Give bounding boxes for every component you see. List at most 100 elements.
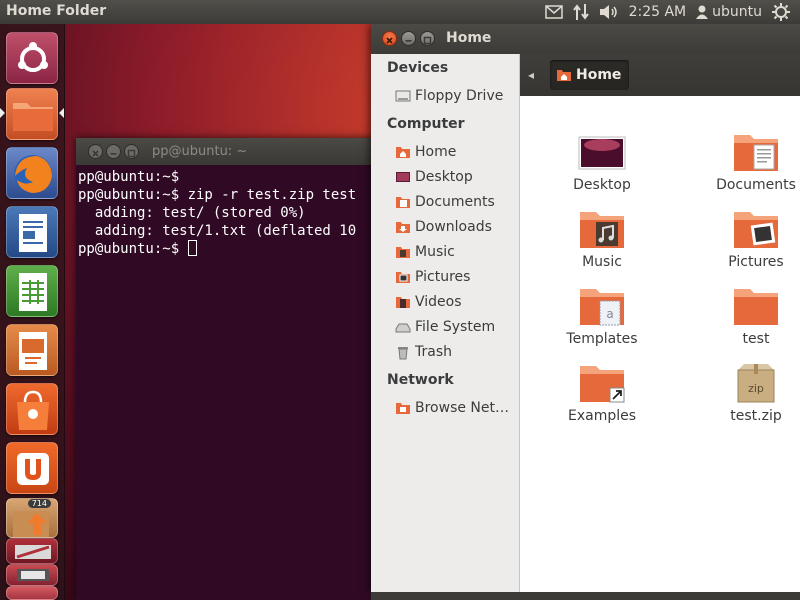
terminal-prompt: pp@ubuntu:~$ bbox=[78, 241, 188, 257]
terminal-title: pp@ubuntu: ~ bbox=[152, 144, 248, 159]
volume-icon[interactable] bbox=[599, 4, 619, 20]
file-manager-close-button[interactable] bbox=[382, 31, 397, 46]
sidebar-item-trash[interactable]: Trash bbox=[395, 341, 452, 363]
file-item-templates[interactable]: a Templates bbox=[556, 285, 648, 347]
svg-text:a: a bbox=[606, 307, 613, 321]
ubuntu-one-launcher[interactable] bbox=[6, 442, 58, 494]
breadcrumb-scroll-left-icon[interactable]: ◂ bbox=[528, 68, 534, 82]
network-icon[interactable] bbox=[572, 3, 589, 21]
trash-launcher[interactable] bbox=[6, 564, 58, 586]
computer-heading: Computer bbox=[387, 116, 465, 132]
terminal-close-button[interactable] bbox=[88, 144, 103, 159]
sidebar-item-file-system[interactable]: File System bbox=[395, 316, 495, 338]
sidebar-item-home[interactable]: Home bbox=[395, 141, 456, 163]
running-indicator bbox=[0, 108, 5, 118]
clock[interactable]: 2:25 AM bbox=[629, 4, 687, 20]
file-label: Music bbox=[582, 254, 622, 270]
sidebar-item-floppy-drive[interactable]: Floppy Drive bbox=[395, 85, 503, 107]
sidebar-item-pictures[interactable]: Pictures bbox=[395, 266, 470, 288]
sidebar-item-label: Videos bbox=[415, 294, 462, 310]
launcher: 714 bbox=[0, 24, 65, 600]
sidebar-item-label: Browse Net… bbox=[415, 400, 510, 416]
terminal-line: pp@ubuntu:~$ zip -r test.zip test bbox=[78, 187, 357, 203]
close-icon bbox=[386, 37, 393, 44]
file-item-test-zip[interactable]: zip test.zip bbox=[710, 362, 800, 424]
sidebar-item-browse-network[interactable]: Browse Net… bbox=[395, 397, 509, 419]
terminal-line: pp@ubuntu:~$ bbox=[78, 169, 180, 185]
ubuntu-one-icon bbox=[17, 453, 49, 485]
desktop-icon bbox=[395, 169, 411, 185]
sidebar-item-label: Pictures bbox=[415, 269, 471, 285]
sidebar-item-label: Floppy Drive bbox=[415, 88, 504, 104]
floppy-drive-icon bbox=[395, 88, 411, 104]
sidebar-item-label: Downloads bbox=[415, 219, 492, 235]
documents-folder-icon bbox=[395, 194, 411, 210]
file-manager-maximize-button[interactable] bbox=[420, 31, 435, 46]
libreoffice-impress-launcher[interactable] bbox=[6, 324, 58, 376]
presentation-icon bbox=[19, 332, 47, 370]
update-count-badge: 714 bbox=[27, 499, 51, 508]
focus-indicator bbox=[59, 108, 64, 118]
home-folder-launcher[interactable] bbox=[6, 88, 58, 140]
launcher-overflow-item[interactable] bbox=[6, 586, 58, 600]
file-view[interactable]: Desktop Documents Music Pictures a Templ… bbox=[520, 96, 800, 592]
maximize-icon bbox=[127, 149, 136, 158]
network-folder-icon bbox=[395, 400, 411, 416]
file-item-pictures[interactable]: Pictures bbox=[710, 208, 800, 270]
mail-icon[interactable] bbox=[544, 5, 563, 19]
sidebar-item-videos[interactable]: Videos bbox=[395, 291, 462, 313]
breadcrumb-home-button[interactable]: Home bbox=[550, 60, 630, 90]
terminal-titlebar[interactable]: pp@ubuntu: ~ bbox=[76, 138, 406, 165]
terminal-maximize-button[interactable] bbox=[124, 144, 139, 159]
folder-icon bbox=[732, 285, 780, 327]
examples-link-folder-icon bbox=[578, 362, 626, 404]
sidebar-item-music[interactable]: Music bbox=[395, 241, 455, 263]
terminal-cursor bbox=[187, 240, 197, 256]
file-label: Examples bbox=[567, 408, 637, 424]
power-icon[interactable] bbox=[772, 3, 790, 21]
sidebar-item-label: Documents bbox=[415, 194, 495, 210]
workspace-switcher-launcher[interactable] bbox=[6, 538, 58, 564]
pictures-folder-icon bbox=[395, 269, 411, 285]
file-item-music[interactable]: Music bbox=[556, 208, 648, 270]
update-manager-launcher[interactable]: 714 bbox=[6, 498, 58, 538]
file-item-test[interactable]: test bbox=[710, 285, 800, 347]
file-label: Documents bbox=[716, 177, 796, 193]
file-item-desktop[interactable]: Desktop bbox=[556, 131, 648, 193]
software-center-launcher[interactable] bbox=[6, 383, 58, 435]
zip-archive-icon: zip bbox=[732, 362, 780, 404]
terminal-output[interactable]: pp@ubuntu:~$ pp@ubuntu:~$ zip -r test.zip… bbox=[76, 165, 406, 261]
trash-icon bbox=[395, 344, 411, 360]
top-panel: Home Folder 2:25 AM ubuntu bbox=[0, 0, 800, 24]
hard-drive-icon bbox=[395, 319, 411, 335]
file-item-documents[interactable]: Documents bbox=[710, 131, 800, 193]
downloads-folder-icon bbox=[395, 219, 411, 235]
breadcrumb-label: Home bbox=[576, 67, 622, 83]
terminal-minimize-button[interactable] bbox=[106, 144, 121, 159]
libreoffice-writer-launcher[interactable] bbox=[6, 206, 58, 258]
firefox-launcher[interactable] bbox=[6, 147, 58, 199]
documents-folder-icon bbox=[732, 131, 780, 173]
sidebar-item-documents[interactable]: Documents bbox=[395, 191, 495, 213]
dash-home-button[interactable] bbox=[6, 32, 58, 84]
templates-folder-icon: a bbox=[578, 285, 626, 327]
sidebar-item-label: Desktop bbox=[415, 169, 473, 185]
file-manager-window[interactable]: Home Devices Floppy Drive Computer Home … bbox=[371, 24, 800, 600]
terminal-window[interactable]: pp@ubuntu: ~ pp@ubuntu:~$ pp@ubuntu:~$ zi… bbox=[76, 138, 406, 600]
sidebar-item-desktop[interactable]: Desktop bbox=[395, 166, 473, 188]
file-manager-minimize-button[interactable] bbox=[401, 31, 416, 46]
sidebar-item-label: Music bbox=[415, 244, 455, 260]
file-manager-titlebar[interactable]: Home bbox=[371, 24, 800, 54]
libreoffice-calc-launcher[interactable] bbox=[6, 265, 58, 317]
file-label: Desktop bbox=[573, 177, 631, 193]
sidebar-item-label: File System bbox=[415, 319, 496, 335]
maximize-icon bbox=[423, 36, 432, 45]
user-name: ubuntu bbox=[712, 4, 762, 20]
sidebar-item-downloads[interactable]: Downloads bbox=[395, 216, 492, 238]
user-menu[interactable]: ubuntu bbox=[696, 4, 762, 20]
places-sidebar: Devices Floppy Drive Computer Home Deskt… bbox=[371, 54, 520, 592]
file-item-examples[interactable]: Examples bbox=[556, 362, 648, 424]
active-app-title: Home Folder bbox=[6, 3, 107, 19]
ubuntu-logo-icon bbox=[18, 42, 48, 72]
desktop-folder-icon bbox=[578, 131, 626, 173]
